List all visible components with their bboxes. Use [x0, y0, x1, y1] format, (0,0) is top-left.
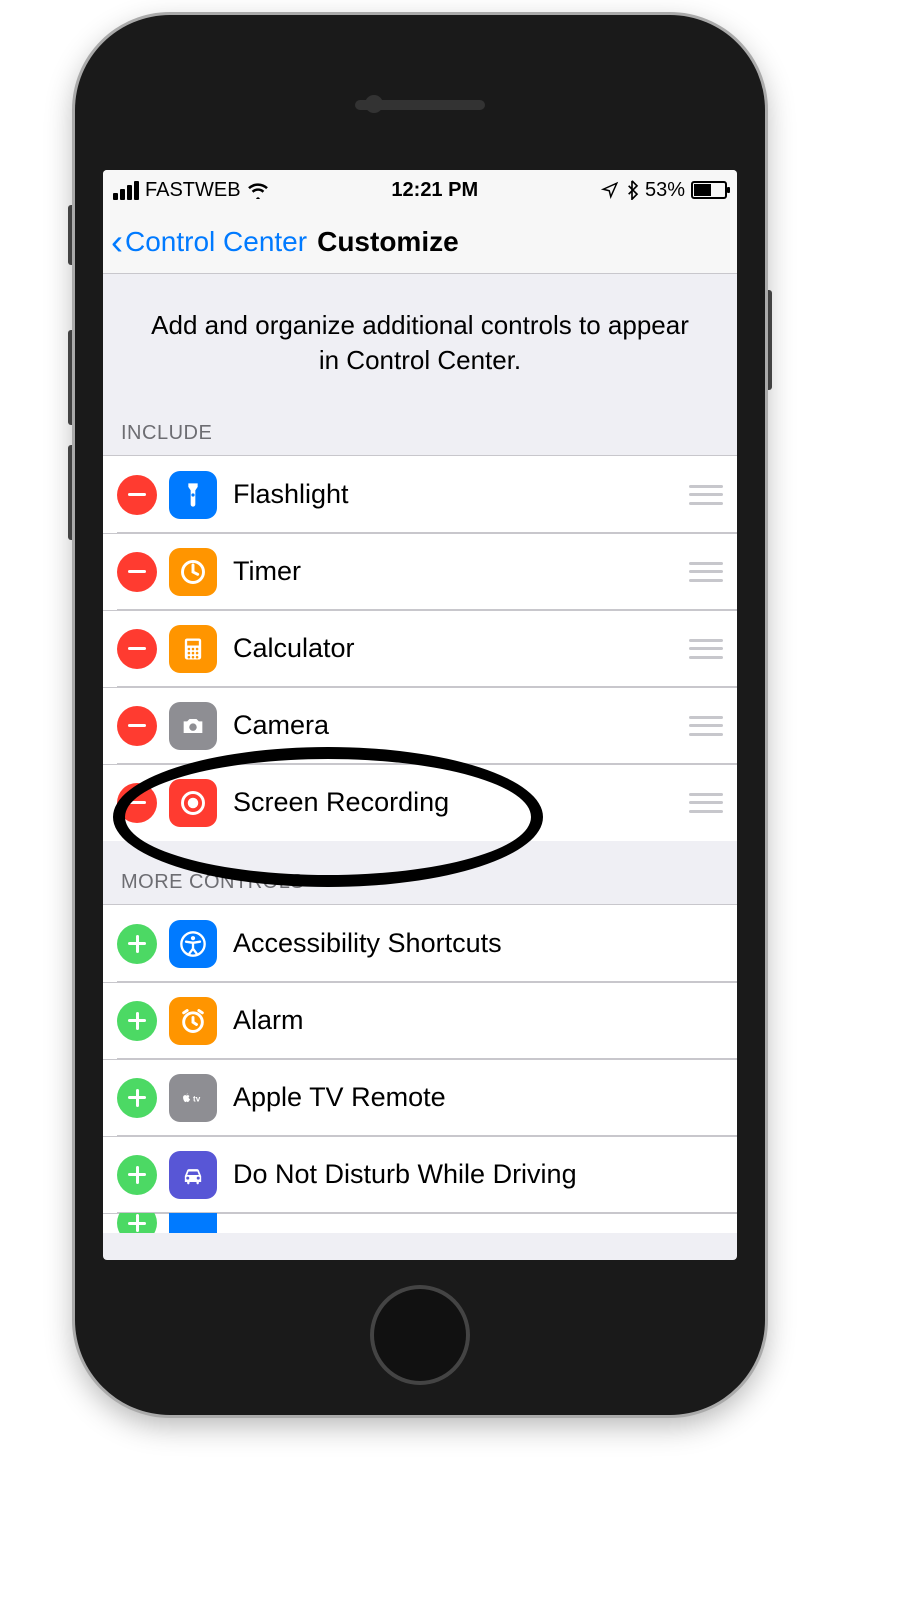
back-chevron-icon[interactable]: ‹: [111, 221, 123, 263]
item-label: Apple TV Remote: [233, 1082, 723, 1113]
screen: FASTWEB 12:21 PM 53% ‹ Control Center Cu…: [103, 170, 737, 1260]
bluetooth-icon: [625, 180, 639, 200]
remove-button[interactable]: [117, 783, 157, 823]
remove-button[interactable]: [117, 706, 157, 746]
add-button[interactable]: [117, 1213, 157, 1233]
volume-up: [68, 330, 75, 425]
item-label: Do Not Disturb While Driving: [233, 1159, 723, 1190]
item-label: Calculator: [233, 633, 689, 664]
carrier-label: FASTWEB: [145, 179, 241, 202]
alarm-icon: [169, 997, 217, 1045]
location-icon: [601, 181, 619, 199]
nav-bar: ‹ Control Center Customize: [103, 210, 737, 274]
clock: 12:21 PM: [391, 179, 478, 202]
list-item-screen-recording[interactable]: Screen Recording: [103, 764, 737, 841]
list-item-timer[interactable]: Timer: [103, 533, 737, 610]
earpiece: [355, 100, 485, 110]
list-item-accessibility-shortcuts[interactable]: Accessibility Shortcuts: [103, 905, 737, 982]
drag-handle-icon[interactable]: [689, 485, 723, 505]
add-button[interactable]: [117, 924, 157, 964]
drag-handle-icon[interactable]: [689, 716, 723, 736]
more-controls-list: Accessibility Shortcuts Alarm tv Apple T…: [103, 904, 737, 1233]
item-label: Screen Recording: [233, 787, 689, 818]
battery-icon: [691, 181, 727, 199]
svg-text:tv: tv: [193, 1094, 201, 1103]
wifi-icon: [247, 181, 269, 199]
unknown-icon: [169, 1213, 217, 1233]
home-button[interactable]: [370, 1285, 470, 1385]
drag-handle-icon[interactable]: [689, 793, 723, 813]
add-button[interactable]: [117, 1155, 157, 1195]
item-label: Camera: [233, 710, 689, 741]
intro-text: Add and organize additional controls to …: [103, 274, 737, 414]
list-item-flashlight[interactable]: Flashlight: [103, 456, 737, 533]
power-button: [765, 290, 772, 390]
list-item-alarm[interactable]: Alarm: [103, 982, 737, 1059]
add-button[interactable]: [117, 1078, 157, 1118]
device-frame: FASTWEB 12:21 PM 53% ‹ Control Center Cu…: [75, 15, 765, 1415]
item-label: Flashlight: [233, 479, 689, 510]
remove-button[interactable]: [117, 629, 157, 669]
back-button[interactable]: Control Center: [125, 226, 307, 258]
list-item-calculator[interactable]: Calculator: [103, 610, 737, 687]
section-header-more: MORE CONTROLS: [103, 841, 737, 904]
car-icon: [169, 1151, 217, 1199]
list-item-apple-tv-remote[interactable]: tv Apple TV Remote: [103, 1059, 737, 1136]
item-label: Accessibility Shortcuts: [233, 928, 723, 959]
drag-handle-icon[interactable]: [689, 562, 723, 582]
drag-handle-icon[interactable]: [689, 639, 723, 659]
mute-switch: [68, 205, 75, 265]
list-item-dnd-driving[interactable]: Do Not Disturb While Driving: [103, 1136, 737, 1213]
battery-percent: 53%: [645, 179, 685, 202]
add-button[interactable]: [117, 1001, 157, 1041]
camera-icon: [169, 702, 217, 750]
section-header-include: INCLUDE: [103, 414, 737, 455]
calculator-icon: [169, 625, 217, 673]
apple-tv-icon: tv: [169, 1074, 217, 1122]
page-title: Customize: [317, 226, 459, 258]
include-list: Flashlight Timer Calculator: [103, 455, 737, 841]
list-item-partial[interactable]: [103, 1213, 737, 1233]
flashlight-icon: [169, 471, 217, 519]
list-item-camera[interactable]: Camera: [103, 687, 737, 764]
cellular-signal-icon: [113, 181, 139, 200]
status-bar: FASTWEB 12:21 PM 53%: [103, 170, 737, 210]
screen-recording-icon: [169, 779, 217, 827]
remove-button[interactable]: [117, 475, 157, 515]
item-label: Timer: [233, 556, 689, 587]
item-label: Alarm: [233, 1005, 723, 1036]
accessibility-icon: [169, 920, 217, 968]
remove-button[interactable]: [117, 552, 157, 592]
timer-icon: [169, 548, 217, 596]
volume-down: [68, 445, 75, 540]
